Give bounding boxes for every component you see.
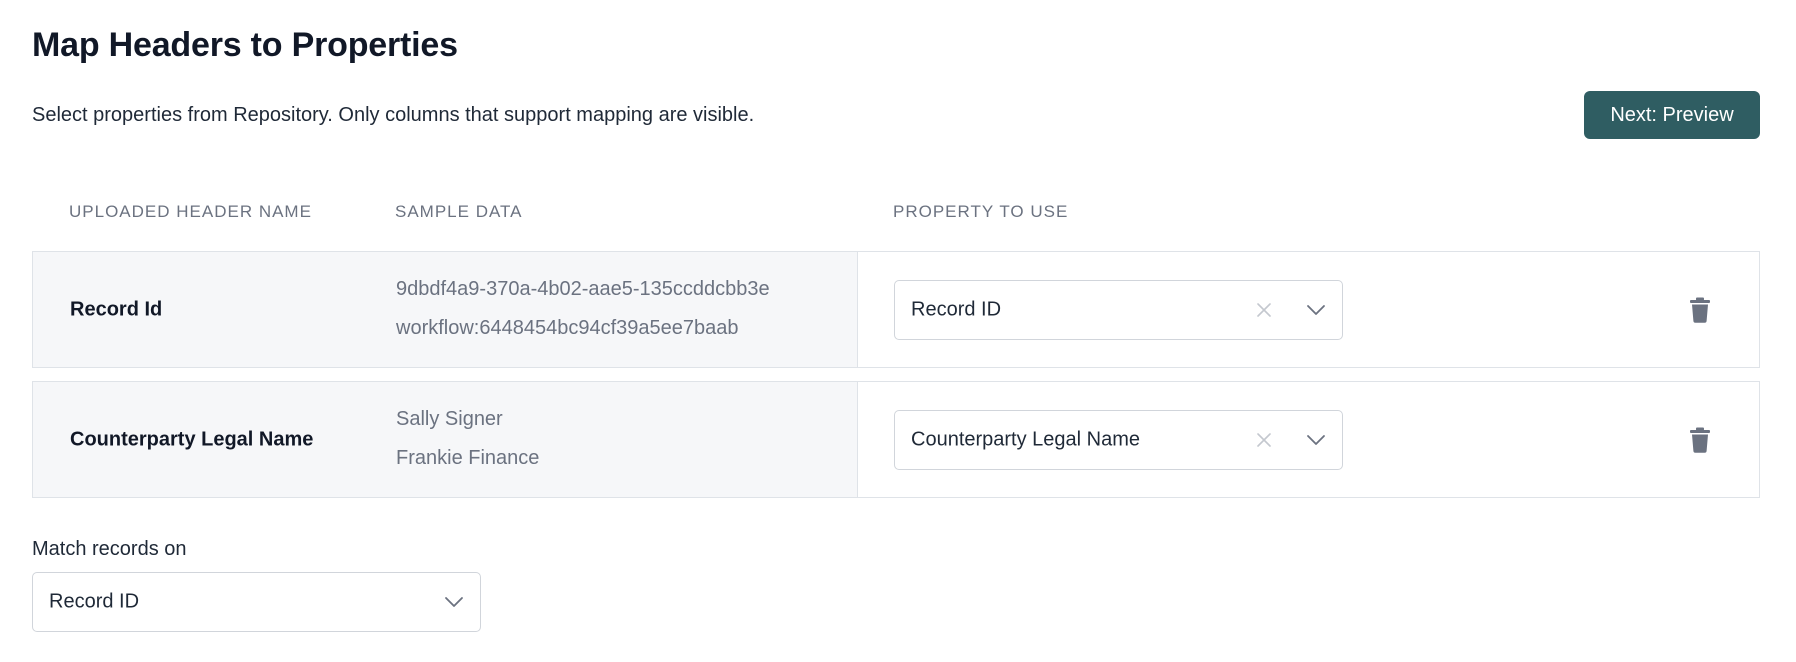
uploaded-header-name: Counterparty Legal Name <box>70 428 314 450</box>
chevron-down-icon[interactable] <box>442 590 466 614</box>
mapping-row-record-id: Record Id 9dbdf4a9-370a-4b02-aae5-135ccd… <box>32 251 1760 368</box>
chevron-down-icon[interactable] <box>1304 298 1328 322</box>
trash-icon[interactable] <box>1688 426 1712 454</box>
row-info-panel: Record Id 9dbdf4a9-370a-4b02-aae5-135ccd… <box>33 252 858 367</box>
match-records-select[interactable]: Record ID <box>32 572 481 632</box>
page-title: Map Headers to Properties <box>32 26 458 64</box>
sample-data: Sally Signer Frankie Finance <box>396 400 539 478</box>
column-header-uploaded-header-name: UPLOADED HEADER NAME <box>69 202 312 221</box>
match-records-select-value: Record ID <box>49 590 140 613</box>
column-header-sample-data: SAMPLE DATA <box>395 202 523 221</box>
map-headers-page: Map Headers to Properties Select propert… <box>0 0 1796 662</box>
sample-data-value: Sally Signer <box>396 408 503 430</box>
chevron-down-icon[interactable] <box>1304 428 1328 452</box>
property-select-value: Counterparty Legal Name <box>911 428 1141 451</box>
property-select-value: Record ID <box>911 298 1002 321</box>
close-icon[interactable] <box>1254 430 1274 450</box>
sample-data-value: workflow:6448454bc94cf39a5ee7baab <box>396 317 739 339</box>
column-header-property-to-use: PROPERTY TO USE <box>893 202 1069 221</box>
uploaded-header-name: Record Id <box>70 298 163 320</box>
sample-data-value: 9dbdf4a9-370a-4b02-aae5-135ccddcbb3e <box>396 278 770 300</box>
sample-data: 9dbdf4a9-370a-4b02-aae5-135ccddcbb3e wor… <box>396 270 770 348</box>
mapping-row-counterparty-legal-name: Counterparty Legal Name Sally Signer Fra… <box>32 381 1760 498</box>
close-icon[interactable] <box>1254 300 1274 320</box>
page-subtitle: Select properties from Repository. Only … <box>32 104 755 126</box>
trash-icon[interactable] <box>1688 296 1712 324</box>
next-preview-button[interactable]: Next: Preview <box>1584 91 1760 139</box>
property-select[interactable]: Counterparty Legal Name <box>894 410 1343 470</box>
row-info-panel: Counterparty Legal Name Sally Signer Fra… <box>33 382 858 497</box>
sample-data-value: Frankie Finance <box>396 447 540 469</box>
property-select[interactable]: Record ID <box>894 280 1343 340</box>
match-records-label: Match records on <box>32 538 187 560</box>
